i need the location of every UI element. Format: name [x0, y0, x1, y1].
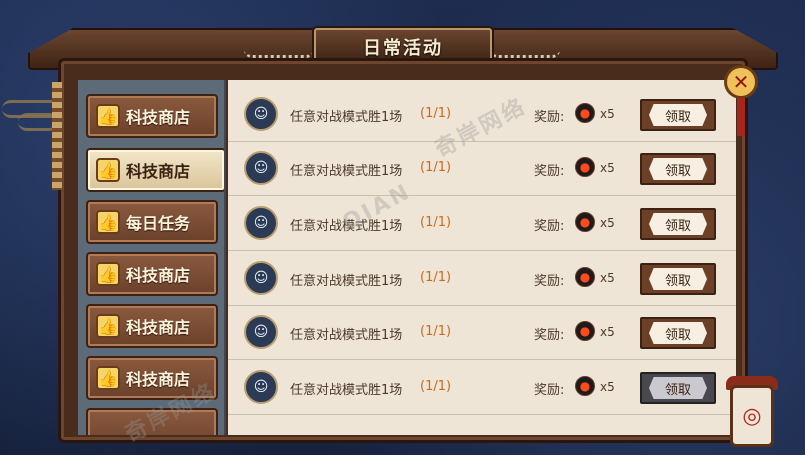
- fire-icon: ●: [575, 267, 595, 287]
- sidebar-item-tech-shop[interactable]: 👍 科技商店: [86, 304, 218, 348]
- claim-label: 领取: [649, 268, 707, 290]
- thumbs-up-icon: 👍: [96, 314, 120, 338]
- sidebar-item-label: 科技商店: [126, 162, 191, 181]
- task-name: 任意对战模式胜1场: [290, 328, 403, 343]
- sidebar-item-daily-tasks[interactable]: 👍 每日任务: [86, 200, 218, 244]
- thumbs-up-icon: 👍: [96, 210, 120, 234]
- reward-count: x5: [600, 380, 615, 394]
- task-name: 任意对战模式胜1场: [290, 383, 403, 398]
- claim-button[interactable]: 领取: [640, 263, 716, 295]
- sidebar-item-label: 科技商店: [126, 318, 191, 337]
- lantern-icon[interactable]: ◎: [730, 385, 774, 447]
- claim-label: 领取: [649, 322, 707, 344]
- thumbs-up-icon: 👍: [96, 262, 120, 286]
- reward-count: x5: [600, 161, 615, 175]
- character-avatar-icon: ☺: [244, 315, 278, 349]
- tassel-ornament: [52, 82, 62, 190]
- sidebar-item-tech-shop[interactable]: 👍 科技商店: [86, 94, 218, 138]
- tassel-ornament: [737, 98, 745, 136]
- fire-icon: ●: [575, 376, 595, 396]
- claim-label: 领取: [649, 104, 707, 126]
- close-button[interactable]: ✕: [724, 65, 758, 99]
- task-progress: (1/1): [420, 324, 452, 339]
- thumbs-up-icon: 👍: [96, 366, 120, 390]
- task-progress: (1/1): [420, 160, 452, 175]
- reward-count: x5: [600, 107, 615, 121]
- sidebar-item-label: 科技商店: [126, 108, 191, 127]
- reward-label: 奖励:: [534, 274, 565, 289]
- task-progress: (1/1): [420, 215, 452, 230]
- claim-button[interactable]: 领取: [640, 99, 716, 131]
- task-progress: (1/1): [420, 106, 452, 121]
- task-row: ☺ 任意对战模式胜1场 (1/1) 奖励: ● x5 领取: [228, 361, 736, 415]
- task-progress: (1/1): [420, 379, 452, 394]
- close-icon: ✕: [732, 70, 750, 94]
- sidebar-item-label: 每日任务: [126, 214, 191, 233]
- fire-icon: ●: [575, 157, 595, 177]
- rope-ornament: [490, 50, 560, 58]
- thumbs-up-icon: 👍: [96, 158, 120, 182]
- claim-button-disabled[interactable]: 领取: [640, 372, 716, 404]
- claim-button[interactable]: 领取: [640, 317, 716, 349]
- sidebar-item-tech-shop[interactable]: 👍 科技商店: [86, 148, 224, 192]
- task-progress: (1/1): [420, 270, 452, 285]
- reward-label: 奖励:: [534, 219, 565, 234]
- character-avatar-icon: ☺: [244, 97, 278, 131]
- character-avatar-icon: ☺: [244, 151, 278, 185]
- task-row: ☺ 任意对战模式胜1场 (1/1) 奖励: ● x5 领取: [228, 197, 736, 251]
- fire-icon: ●: [575, 212, 595, 232]
- page-title: 日常活动: [363, 38, 443, 59]
- task-row: ☺ 任意对战模式胜1场 (1/1) 奖励: ● x5 领取: [228, 252, 736, 306]
- character-avatar-icon: ☺: [244, 206, 278, 240]
- claim-label: 领取: [649, 158, 707, 180]
- reward-label: 奖励:: [534, 164, 565, 179]
- claim-button[interactable]: 领取: [640, 208, 716, 240]
- character-avatar-icon: ☺: [244, 261, 278, 295]
- reward-count: x5: [600, 216, 615, 230]
- sidebar-item-tech-shop[interactable]: 👍 科技商店: [86, 252, 218, 296]
- reward-count: x5: [600, 325, 615, 339]
- reward-label: 奖励:: [534, 383, 565, 398]
- claim-label: 领取: [649, 377, 707, 399]
- claim-button[interactable]: 领取: [640, 153, 716, 185]
- task-name: 任意对战模式胜1场: [290, 274, 403, 289]
- claim-label: 领取: [649, 213, 707, 235]
- task-row: ☺ 任意对战模式胜1场 (1/1) 奖励: ● x5 领取: [228, 142, 736, 196]
- thumbs-up-icon: 👍: [96, 104, 120, 128]
- character-avatar-icon: ☺: [244, 370, 278, 404]
- task-name: 任意对战模式胜1场: [290, 164, 403, 179]
- reward-label: 奖励:: [534, 328, 565, 343]
- task-row: ☺ 任意对战模式胜1场 (1/1) 奖励: ● x5 领取: [228, 306, 736, 360]
- fire-icon: ●: [575, 103, 595, 123]
- reward-label: 奖励:: [534, 110, 565, 125]
- rope-ornament: [244, 50, 314, 58]
- reward-count: x5: [600, 271, 615, 285]
- sidebar-item-label: 科技商店: [126, 266, 191, 285]
- fire-icon: ●: [575, 321, 595, 341]
- task-name: 任意对战模式胜1场: [290, 110, 403, 125]
